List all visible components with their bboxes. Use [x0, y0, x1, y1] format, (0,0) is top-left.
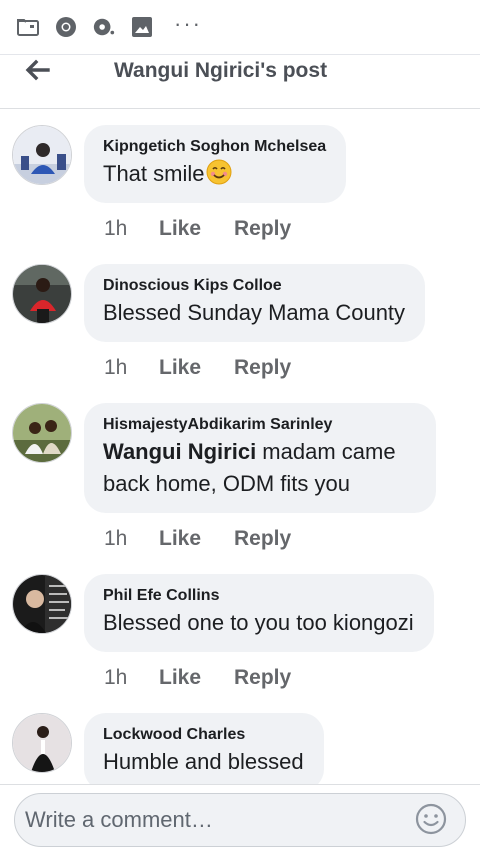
- mention-link[interactable]: Wangui Ngirici: [103, 439, 256, 464]
- folder-icon: [16, 15, 40, 39]
- comment-text: Humble and blessed: [103, 749, 304, 774]
- comment-time: 1h: [104, 217, 128, 240]
- like-button[interactable]: Like: [159, 217, 234, 241]
- comment-time: 1h: [104, 666, 128, 689]
- comment-input[interactable]: [14, 793, 466, 847]
- arrow-left-icon: [25, 59, 50, 81]
- reply-button[interactable]: Reply: [234, 356, 291, 380]
- chrome-icon: [54, 15, 78, 39]
- back-button[interactable]: [20, 55, 54, 85]
- comment-bubble: Dinoscious Kips Colloe Blessed Sunday Ma…: [84, 264, 426, 342]
- comment-list: Kipngetich Soghon Mchelsea That smile 1h…: [0, 109, 480, 784]
- comment-text: Blessed one to you too kiongozi: [103, 610, 414, 635]
- comment-text: That smile: [103, 158, 326, 190]
- avatar[interactable]: [12, 403, 72, 463]
- avatar[interactable]: [12, 125, 72, 185]
- comment-composer: [0, 784, 480, 854]
- comment-author[interactable]: HismajestyAbdikarim Sarinley: [103, 416, 416, 434]
- comment-author[interactable]: Dinoscious Kips Colloe: [103, 277, 405, 295]
- comment-time: 1h: [104, 527, 128, 550]
- comment-text: Wangui Ngirici madam came back home, ODM…: [103, 439, 396, 496]
- comment-bubble: Kipngetich Soghon Mchelsea That smile: [84, 125, 347, 203]
- comment-bubble: Phil Efe Collins Blessed one to you too …: [84, 574, 434, 652]
- comment-actions: 1h Like Reply: [104, 527, 291, 551]
- comment-bubble: Lockwood Charles Humble and blessed: [84, 713, 324, 784]
- more-dots: ···: [174, 11, 202, 36]
- reply-button[interactable]: Reply: [234, 666, 291, 690]
- comment-author[interactable]: Phil Efe Collins: [103, 587, 414, 605]
- vpn-icon: [92, 15, 116, 39]
- comment-author[interactable]: Lockwood Charles: [103, 726, 304, 744]
- comment-actions: 1h Like Reply: [104, 217, 291, 241]
- image-icon: [130, 15, 154, 39]
- smiley-icon: [415, 803, 447, 835]
- comment-time: 1h: [104, 356, 128, 379]
- smiling-face-emoji: [206, 159, 232, 185]
- page-title: Wangui Ngirici's post: [114, 59, 328, 82]
- comment-author[interactable]: Kipngetich Soghon Mchelsea: [103, 138, 326, 156]
- avatar[interactable]: [12, 264, 72, 324]
- comment-text: Blessed Sunday Mama County: [103, 300, 406, 325]
- comment-actions: 1h Like Reply: [104, 666, 291, 690]
- like-button[interactable]: Like: [159, 527, 234, 551]
- comment-actions: 1h Like Reply: [104, 356, 291, 380]
- avatar[interactable]: [12, 713, 72, 773]
- comment-bubble: HismajestyAbdikarim Sarinley Wangui Ngir…: [84, 403, 436, 513]
- emoji-button[interactable]: [414, 802, 448, 836]
- avatar[interactable]: [12, 574, 72, 634]
- app-header: Wangui Ngirici's post: [0, 55, 480, 109]
- status-bar: ···: [0, 0, 480, 55]
- reply-button[interactable]: Reply: [234, 217, 291, 241]
- like-button[interactable]: Like: [159, 356, 234, 380]
- reply-button[interactable]: Reply: [234, 527, 291, 551]
- like-button[interactable]: Like: [159, 666, 234, 690]
